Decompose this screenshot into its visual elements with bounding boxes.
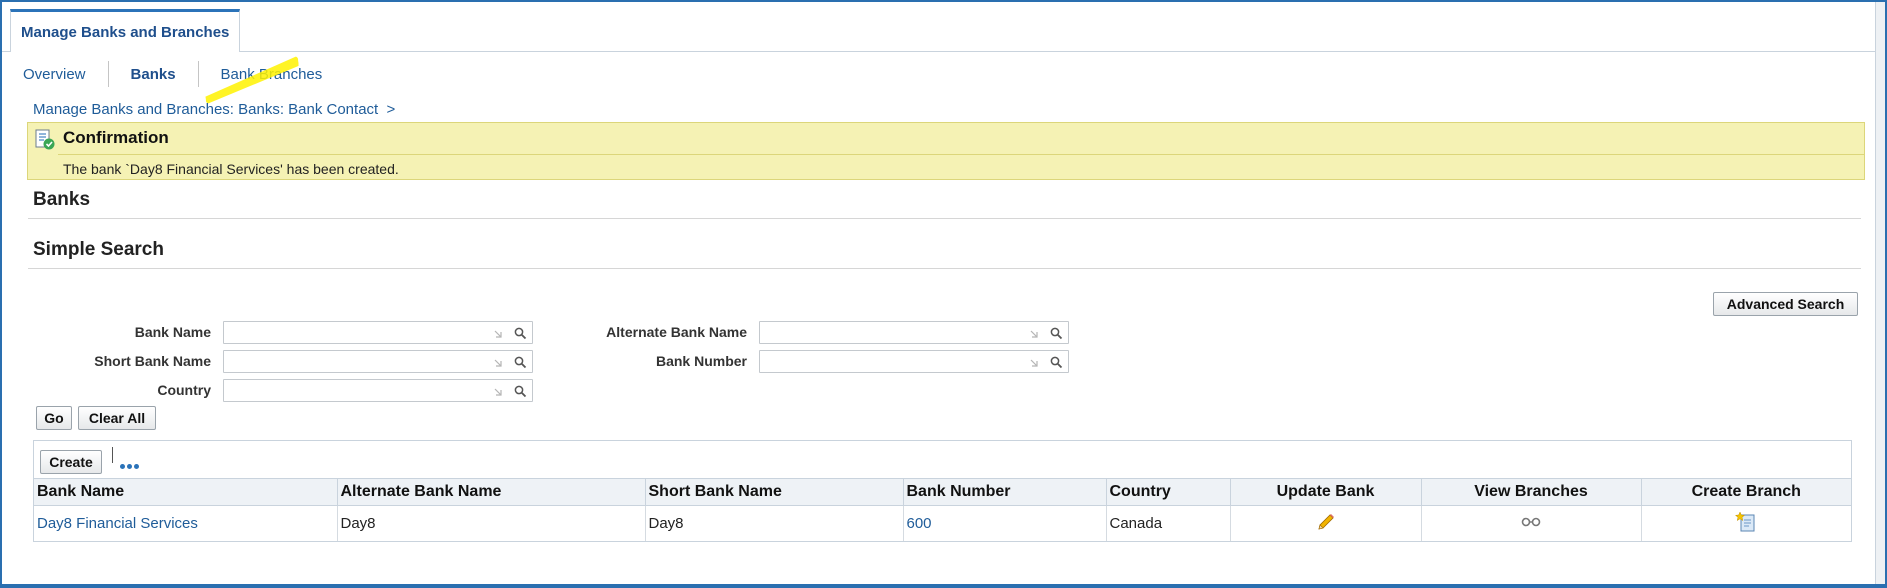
alternate-bank-name-label: Alternate Bank Name	[606, 324, 747, 340]
table-row: Day8 Financial Services Day8 Day8 600 Ca…	[34, 505, 1851, 542]
cell-create-branch	[1641, 505, 1851, 542]
arrow-down-right-icon[interactable]	[492, 328, 504, 340]
country-input[interactable]	[224, 380, 484, 401]
alternate-bank-name-input[interactable]	[760, 322, 1020, 343]
arrow-down-right-icon[interactable]	[1028, 357, 1040, 369]
short-bank-name-label: Short Bank Name	[94, 353, 211, 369]
bank-number-field[interactable]	[759, 350, 1069, 373]
app-frame: Manage Banks and Branches Overview Banks…	[2, 2, 1885, 588]
cell-bank-name: Day8 Financial Services	[34, 505, 338, 542]
country-label: Country	[157, 382, 211, 398]
tab-baseline	[2, 51, 1875, 52]
bank-name-field[interactable]	[223, 321, 533, 344]
glasses-icon[interactable]	[1520, 515, 1542, 529]
search-icon[interactable]	[1050, 327, 1063, 340]
advanced-search-button[interactable]: Advanced Search	[1713, 292, 1858, 316]
results-region: Create Bank Name Alternate Bank Name Sho…	[33, 440, 1852, 542]
cell-bank-number: 600	[903, 505, 1107, 542]
subtab-overview[interactable]: Overview	[23, 61, 109, 87]
page-title-divider	[28, 218, 1861, 219]
confirmation-message: The bank `Day8 Financial Services' has b…	[63, 161, 399, 177]
col-bank-number[interactable]: Bank Number	[903, 478, 1107, 506]
pencil-icon[interactable]	[1316, 512, 1336, 532]
short-bank-name-input[interactable]	[224, 351, 484, 372]
short-bank-name-field[interactable]	[223, 350, 533, 373]
arrow-down-right-icon[interactable]	[492, 357, 504, 369]
bank-number-label: Bank Number	[655, 353, 747, 369]
subtab-banks[interactable]: Banks	[131, 61, 199, 87]
col-create-branch: Create Branch	[1641, 478, 1851, 506]
arrow-down-right-icon[interactable]	[492, 386, 504, 398]
country-field[interactable]	[223, 379, 533, 402]
clear-all-button[interactable]: Clear All	[78, 406, 156, 430]
col-bank-name[interactable]: Bank Name	[34, 478, 338, 506]
breadcrumb[interactable]: Manage Banks and Branches: Banks: Bank C…	[33, 101, 395, 118]
subtab-overview-label: Overview	[23, 65, 86, 83]
tab-manage-banks-and-branches[interactable]: Manage Banks and Branches	[10, 9, 240, 52]
bank-name-label: Bank Name	[134, 324, 211, 340]
bank-name-input[interactable]	[224, 322, 484, 343]
bottom-border	[2, 584, 1885, 588]
arrow-down-right-icon[interactable]	[1028, 328, 1040, 340]
cell-update-bank	[1230, 505, 1422, 542]
col-view-branches: View Branches	[1421, 478, 1642, 506]
bank-name-link[interactable]: Day8 Financial Services	[37, 515, 198, 532]
cell-view-branches	[1421, 505, 1642, 542]
bank-number-link[interactable]: 600	[907, 515, 932, 532]
confirmation-icon	[35, 129, 55, 150]
confirmation-divider	[58, 154, 1864, 155]
banks-table: Bank Name Alternate Bank Name Short Bank…	[34, 478, 1851, 542]
confirmation-box: Confirmation The bank `Day8 Financial Se…	[27, 122, 1865, 180]
search-icon[interactable]	[514, 327, 527, 340]
tab-label: Manage Banks and Branches	[21, 23, 230, 41]
search-icon[interactable]	[514, 385, 527, 398]
toolbar-separator	[112, 447, 113, 463]
col-short-bank-name[interactable]: Short Bank Name	[645, 478, 904, 506]
create-document-icon[interactable]	[1735, 510, 1757, 533]
create-button[interactable]: Create	[40, 450, 102, 474]
col-alternate-bank-name[interactable]: Alternate Bank Name	[337, 478, 646, 506]
breadcrumb-link[interactable]: Manage Banks and Branches: Banks: Bank C…	[33, 101, 395, 118]
simple-search-divider	[28, 268, 1861, 269]
page-title: Banks	[33, 189, 91, 210]
cell-short-bank-name: Day8	[645, 505, 904, 542]
col-country[interactable]: Country	[1106, 478, 1231, 506]
search-icon[interactable]	[514, 356, 527, 369]
cell-alternate-bank-name: Day8	[337, 505, 646, 542]
search-icon[interactable]	[1050, 356, 1063, 369]
subtab-banks-label: Banks	[130, 65, 176, 83]
go-button[interactable]: Go	[36, 406, 72, 430]
simple-search-title: Simple Search	[33, 239, 164, 260]
cell-country: Canada	[1106, 505, 1231, 542]
bank-number-input[interactable]	[760, 351, 1020, 372]
right-scroll-strip[interactable]	[1875, 2, 1885, 588]
alternate-bank-name-field[interactable]	[759, 321, 1069, 344]
confirmation-title: Confirmation	[63, 128, 169, 147]
col-update-bank: Update Bank	[1230, 478, 1422, 506]
table-header-row: Bank Name Alternate Bank Name Short Bank…	[34, 478, 1851, 506]
more-actions-icon[interactable]	[120, 456, 141, 472]
